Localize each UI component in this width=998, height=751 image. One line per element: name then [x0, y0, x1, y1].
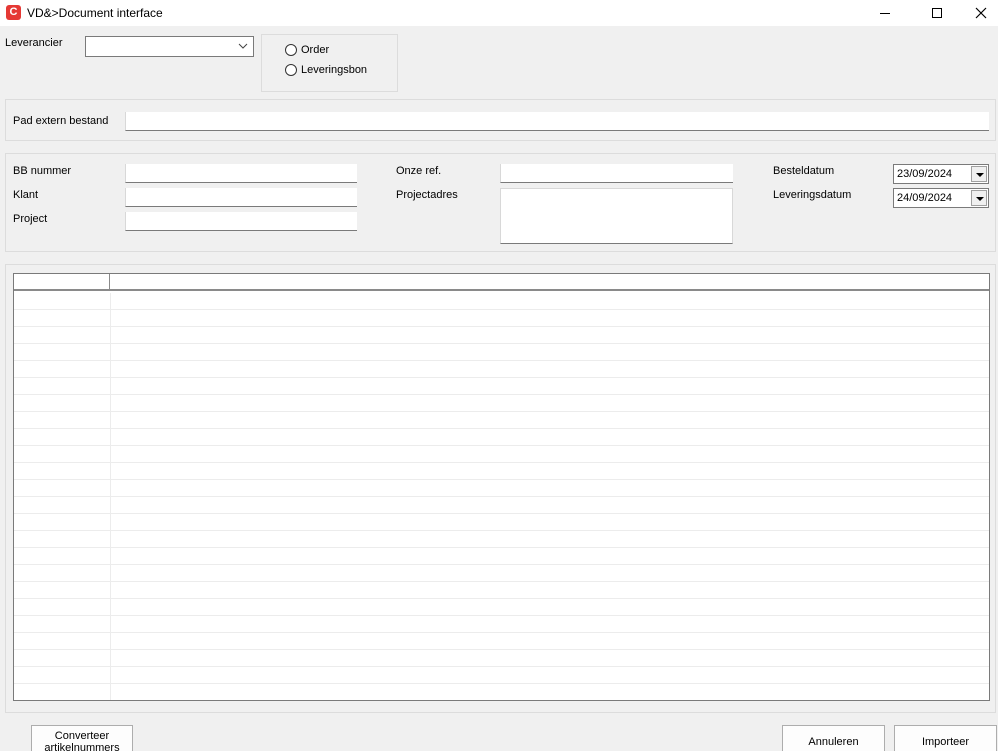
- path-label: Pad extern bestand: [13, 115, 109, 127]
- grid-column-line: [110, 293, 111, 700]
- title-bar: C VD&>Document interface: [0, 0, 998, 26]
- radio-order-circle[interactable]: [285, 44, 297, 56]
- supplier-label: Leverancier: [5, 37, 63, 49]
- supplier-dropdown[interactable]: [85, 36, 254, 57]
- chevron-down-icon: [238, 43, 248, 49]
- data-grid[interactable]: [13, 273, 990, 701]
- document-interface-window: C VD&>Document interface Leverancier Ord…: [0, 0, 998, 751]
- import-button[interactable]: Importeer: [894, 725, 997, 751]
- close-button[interactable]: [958, 0, 998, 26]
- project-address-label: Projectadres: [396, 189, 458, 201]
- import-button-label: Importeer: [921, 736, 970, 748]
- client-label: Klant: [13, 189, 39, 201]
- client-input[interactable]: [125, 188, 357, 207]
- radio-leveringsbon-label: Leveringsbon: [301, 64, 368, 76]
- order-date-dropdown-button[interactable]: [971, 166, 987, 182]
- cancel-button-label: Annuleren: [808, 736, 859, 748]
- document-type-group: [261, 34, 398, 92]
- path-input[interactable]: [125, 112, 989, 131]
- maximize-button[interactable]: [914, 0, 960, 26]
- order-date-value: 23/09/2024: [897, 168, 953, 180]
- app-logo-icon: C: [6, 5, 21, 20]
- order-date-picker[interactable]: 23/09/2024: [893, 164, 989, 184]
- order-date-label: Besteldatum: [773, 165, 835, 177]
- bb-number-input[interactable]: [125, 164, 357, 183]
- delivery-date-picker[interactable]: 24/09/2024: [893, 188, 989, 208]
- convert-button-line2: artikelnummers: [44, 742, 120, 751]
- grid-column-divider[interactable]: [109, 274, 110, 291]
- delivery-date-label: Leveringsdatum: [773, 189, 852, 201]
- delivery-date-dropdown-button[interactable]: [971, 190, 987, 206]
- radio-leveringsbon-circle[interactable]: [285, 64, 297, 76]
- project-label: Project: [13, 213, 48, 225]
- project-address-textarea[interactable]: [500, 188, 733, 244]
- window-title: VD&>Document interface: [27, 6, 163, 20]
- project-input[interactable]: [125, 212, 357, 231]
- convert-article-numbers-button[interactable]: Converteer artikelnummers: [31, 725, 133, 751]
- radio-order[interactable]: Order: [285, 44, 329, 56]
- radio-order-label: Order: [301, 44, 330, 56]
- grid-header: [14, 274, 989, 291]
- maximize-icon: [932, 8, 942, 18]
- our-ref-label: Onze ref.: [396, 165, 442, 177]
- minimize-icon: [880, 12, 890, 14]
- radio-leveringsbon[interactable]: Leveringsbon: [285, 64, 367, 76]
- minimize-button[interactable]: [862, 0, 908, 26]
- our-ref-input[interactable]: [500, 164, 733, 183]
- close-icon: [975, 7, 987, 19]
- grid-body[interactable]: [14, 293, 989, 700]
- delivery-date-value: 24/09/2024: [897, 192, 953, 204]
- cancel-button[interactable]: Annuleren: [782, 725, 885, 751]
- bb-number-label: BB nummer: [13, 165, 72, 177]
- convert-button-line1: Converteer: [54, 730, 110, 742]
